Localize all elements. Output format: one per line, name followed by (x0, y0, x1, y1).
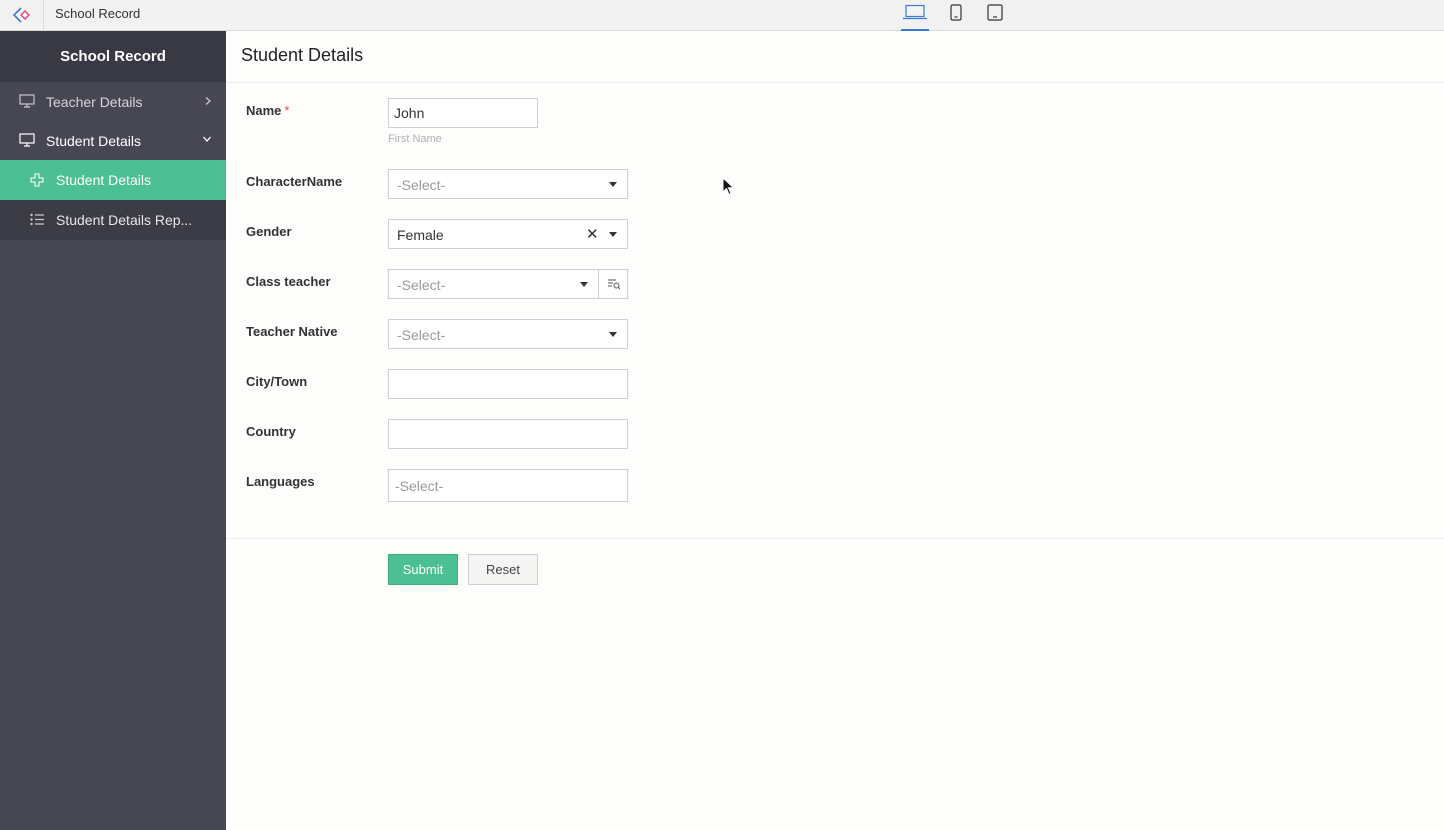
mobile-icon (950, 4, 962, 21)
teacher-native-label: Teacher Native (246, 324, 338, 339)
sidebar-item-teacher-details[interactable]: Teacher Details (0, 82, 226, 121)
sidebar-subitem-label: Student Details Rep... (56, 212, 193, 228)
class-teacher-select[interactable]: -Select- (388, 269, 628, 299)
country-label: Country (246, 424, 296, 439)
character-name-label: CharacterName (246, 174, 343, 189)
gender-value: Female (397, 227, 444, 243)
city-input[interactable] (388, 369, 628, 399)
tablet-view-button[interactable] (981, 4, 1009, 31)
chevron-right-icon (205, 97, 211, 105)
plus-icon (30, 173, 44, 187)
gender-label: Gender (246, 224, 292, 239)
main-content: Student Details Name * John First Name Ch… (226, 31, 1444, 830)
country-input[interactable] (388, 419, 628, 449)
name-label-text: Name (246, 103, 282, 118)
languages-placeholder: -Select- (395, 478, 444, 494)
caret-down-icon (609, 232, 617, 237)
reset-button[interactable]: Reset (468, 554, 538, 585)
mouse-cursor-icon (722, 177, 735, 196)
top-bar: School Record (0, 0, 1444, 31)
divider (226, 82, 1444, 83)
sidebar-subitem-student-details-report[interactable]: Student Details Rep... (0, 200, 226, 240)
sidebar-item-student-details[interactable]: Student Details (0, 121, 226, 160)
monitor-icon (19, 94, 35, 108)
clear-icon[interactable]: ✕ (586, 225, 599, 243)
sidebar-item-label: Student Details (46, 132, 141, 149)
caret-down-icon (609, 332, 617, 337)
mobile-view-button[interactable] (942, 4, 970, 31)
lookup-button[interactable] (598, 269, 628, 299)
sidebar-item-label: Teacher Details (46, 93, 143, 110)
app-logo[interactable] (0, 0, 44, 30)
page-title: Student Details (241, 45, 364, 65)
class-teacher-placeholder: -Select- (397, 277, 446, 293)
chevron-down-icon (203, 136, 211, 142)
teacher-native-select[interactable]: -Select- (388, 319, 628, 349)
character-name-select[interactable]: -Select- (388, 169, 628, 199)
languages-multiselect[interactable]: -Select- (388, 469, 628, 502)
app-title: School Record (55, 6, 141, 21)
tablet-icon (987, 4, 1003, 21)
name-hint: First Name (388, 133, 442, 145)
submit-button[interactable]: Submit (388, 554, 458, 585)
gender-select[interactable]: Female ✕ (388, 219, 628, 249)
name-input[interactable]: John (388, 98, 538, 128)
monitor-icon (19, 133, 35, 147)
class-teacher-label: Class teacher (246, 274, 331, 289)
list-icon (30, 213, 44, 226)
laptop-view-button[interactable] (901, 4, 929, 31)
divider (226, 538, 1444, 539)
teacher-native-placeholder: -Select- (397, 327, 446, 343)
character-name-placeholder: -Select- (397, 177, 446, 193)
sidebar-title: School Record (0, 31, 226, 82)
lookup-list-icon (607, 279, 620, 290)
city-label: City/Town (246, 374, 308, 389)
caret-down-icon (580, 282, 588, 287)
caret-down-icon (609, 182, 617, 187)
sidebar: School Record Teacher Details Student De… (0, 31, 226, 830)
app-logo-icon (12, 7, 30, 23)
name-input-value: John (394, 105, 425, 121)
required-marker: * (284, 103, 290, 118)
sidebar-subitem-student-details-form[interactable]: Student Details (0, 160, 226, 200)
name-label: Name * (246, 103, 289, 118)
sidebar-subitem-label: Student Details (56, 172, 151, 188)
laptop-icon (903, 4, 927, 20)
languages-label: Languages (246, 474, 315, 489)
